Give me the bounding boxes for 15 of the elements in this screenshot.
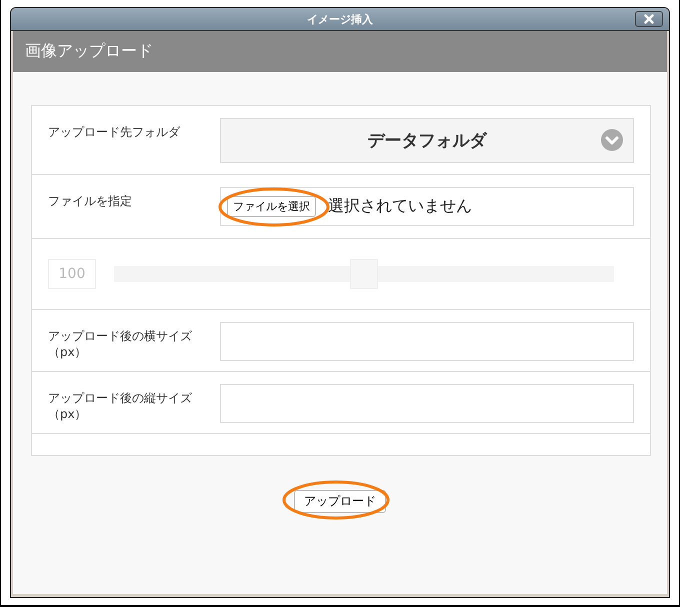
close-icon: [644, 14, 654, 24]
window-title: イメージ挿入: [307, 12, 373, 26]
close-button[interactable]: [635, 11, 663, 27]
chevron-down-icon: [601, 129, 623, 151]
field-label: アップロード後の横サイズ（px）: [48, 328, 193, 360]
dialog-heading: 画像アップロード: [25, 41, 153, 62]
upload-button[interactable]: アップロード: [294, 490, 386, 513]
choose-file-button[interactable]: ファイルを選択: [227, 196, 316, 217]
file-status: 選択されていません: [328, 196, 472, 217]
field-label: アップロード後の縦サイズ（px）: [48, 390, 193, 422]
folder-dropdown[interactable]: データフォルダ: [220, 118, 634, 163]
field-label: ファイルを指定: [48, 193, 133, 209]
field-label: アップロード先フォルダ: [48, 124, 182, 140]
size-input[interactable]: [220, 384, 634, 423]
size-input[interactable]: [220, 322, 634, 361]
